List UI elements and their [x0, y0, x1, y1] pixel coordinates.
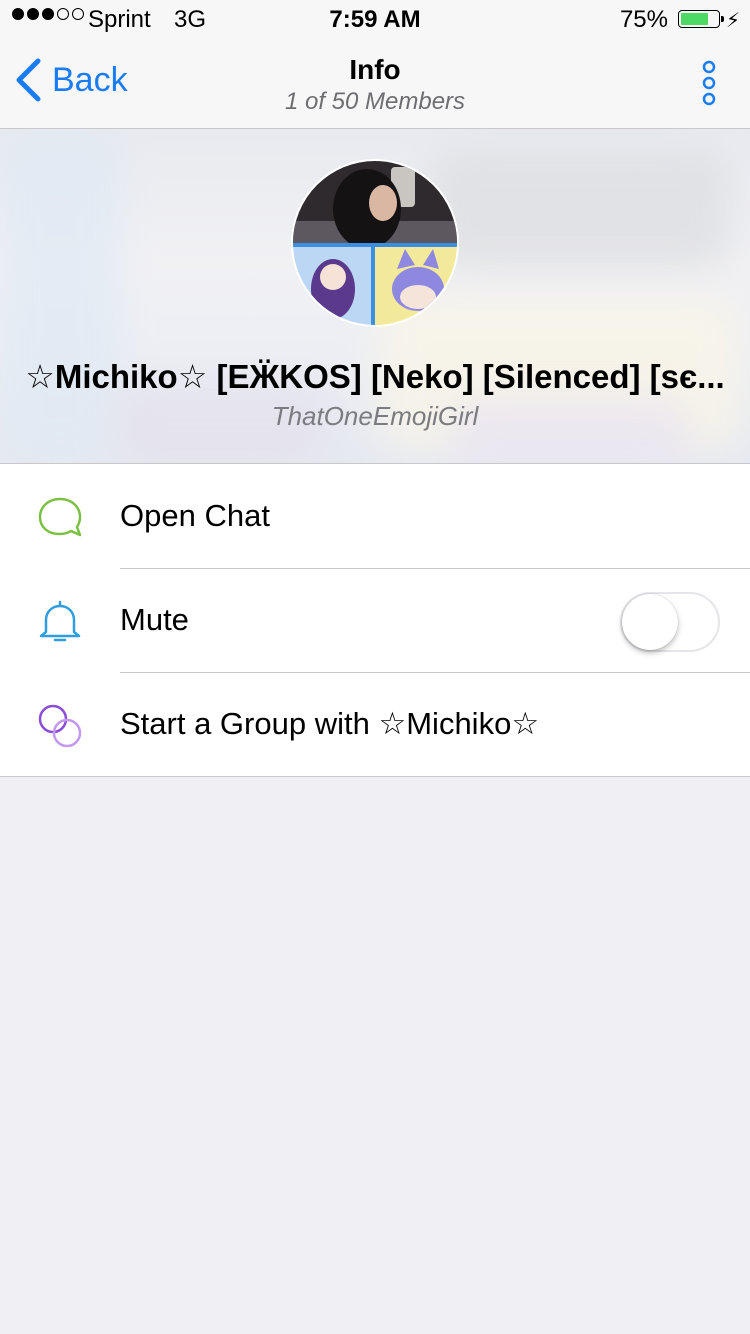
- display-name: ☆Michiko☆ [EӜKOS] [Neko] [Silenced] [sє.…: [25, 358, 725, 395]
- open-chat-row[interactable]: Open Chat: [0, 464, 750, 568]
- mute-toggle[interactable]: [620, 592, 720, 652]
- toggle-knob: [622, 594, 678, 650]
- action-list: Open Chat Mute Start a Group with ☆Michi…: [0, 463, 750, 777]
- avatar[interactable]: [291, 159, 459, 327]
- mute-label: Mute: [120, 602, 189, 637]
- username: ThatOneEmojiGirl: [271, 401, 479, 431]
- page-title: Info: [349, 54, 401, 85]
- group-circles-icon: [38, 704, 82, 748]
- mute-row: Mute: [0, 568, 750, 672]
- more-vertical-icon[interactable]: [702, 60, 716, 108]
- avatar-image: [293, 161, 457, 325]
- battery-percent: 75%: [619, 6, 668, 33]
- status-bar: Sprint 3G 7:59 AM 75% ⚡: [0, 0, 750, 40]
- start-group-row[interactable]: Start a Group with ☆Michiko☆: [0, 672, 750, 776]
- page-subtitle: 1 of 50 Members: [284, 88, 466, 115]
- navigation-bar: Back Info 1 of 50 Members: [0, 40, 750, 129]
- open-chat-label: Open Chat: [120, 498, 270, 533]
- charging-icon: ⚡: [725, 10, 740, 32]
- start-group-label: Start a Group with ☆Michiko☆: [120, 706, 540, 741]
- bell-icon: [39, 600, 81, 642]
- battery-icon: [678, 10, 724, 28]
- profile-header: ☆Michiko☆ [EӜKOS] [Neko] [Silenced] [sє.…: [0, 129, 750, 463]
- chat-bubble-icon: [38, 497, 82, 537]
